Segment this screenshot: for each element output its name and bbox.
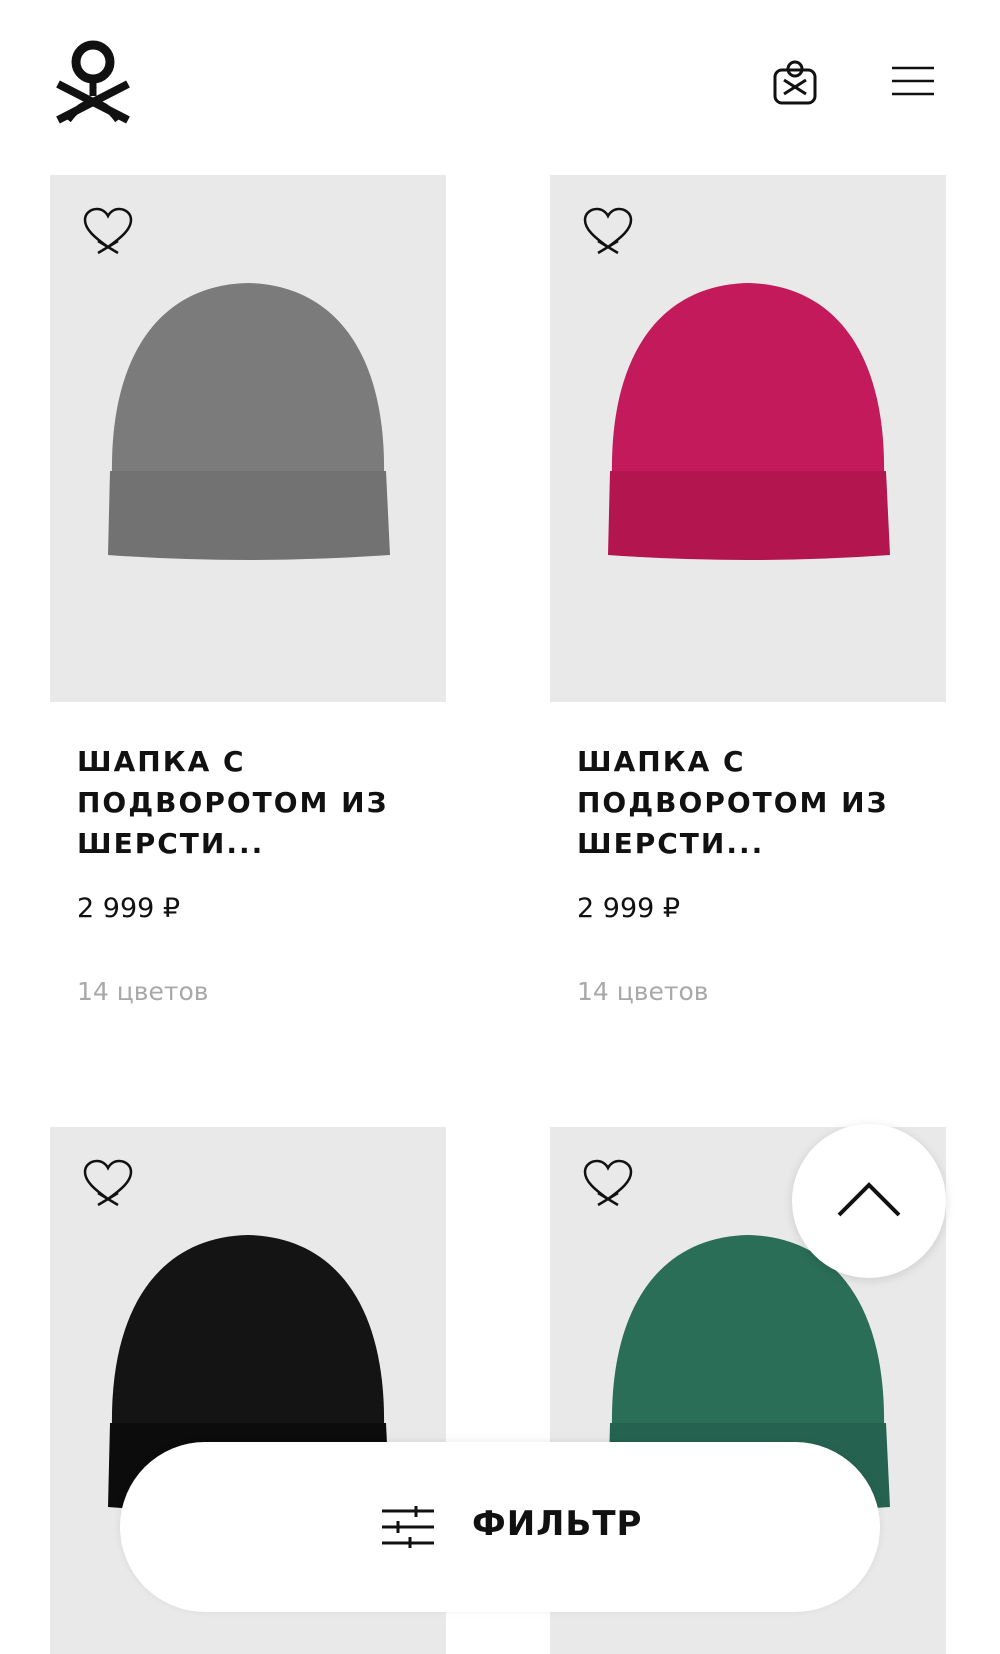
scroll-top-button[interactable] [792,1124,946,1278]
product-price: 2 999 ₽ [77,893,181,924]
product-image[interactable] [550,175,946,702]
product-price: 2 999 ₽ [577,893,681,924]
sliders-icon [382,1506,434,1548]
filter-button[interactable]: ФИЛЬТР [120,1442,880,1612]
chevron-up-icon [837,1182,901,1217]
product-image[interactable] [50,175,446,702]
shopping-bag-icon[interactable] [772,58,818,106]
product-colors-count: 14 цветов [77,977,209,1006]
heart-icon[interactable] [82,1159,134,1207]
filter-label: ФИЛЬТР [472,1504,643,1544]
heart-icon[interactable] [582,207,634,255]
product-title[interactable]: ШАПКА С ПОДВОРОТОМ ИЗ ШЕРСТИ... [577,741,917,864]
hamburger-menu-icon[interactable] [892,66,934,96]
product-title[interactable]: ШАПКА С ПОДВОРОТОМ ИЗ ШЕРСТИ... [77,741,417,864]
benetton-logo-icon[interactable] [50,38,136,124]
heart-icon[interactable] [582,1159,634,1207]
heart-icon[interactable] [82,207,134,255]
header [0,0,1000,170]
product-colors-count: 14 цветов [577,977,709,1006]
